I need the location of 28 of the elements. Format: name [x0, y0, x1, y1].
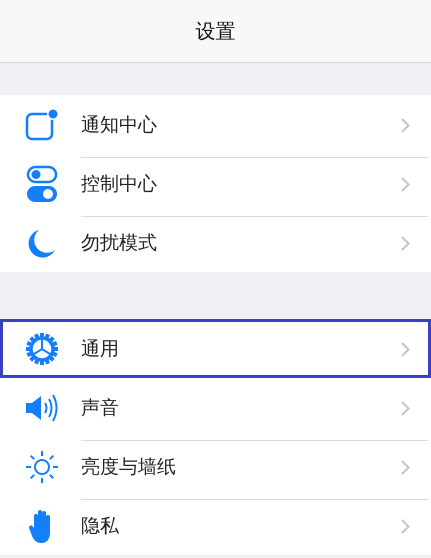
toggle-switches-icon [26, 164, 58, 202]
highlighted-settings-row[interactable]: 通用 [0, 319, 431, 378]
row-label: 亮度与墙纸 [81, 455, 177, 480]
row-label: 声音 [81, 396, 120, 421]
settings-row[interactable]: 勿扰模式 [0, 213, 431, 272]
row-label: 通知中心 [81, 113, 158, 138]
chevron-icon [401, 236, 410, 250]
page-title: 设置 [196, 18, 236, 44]
row-label: 隐私 [81, 514, 120, 539]
row-label: 控制中心 [81, 172, 158, 197]
row-label: 勿扰模式 [81, 231, 158, 256]
row-label: 通用 [81, 337, 120, 362]
settings-row[interactable]: 亮度与墙纸 [0, 437, 431, 496]
chevron-icon [401, 176, 410, 192]
settings-row[interactable]: 控制中心 [0, 154, 431, 213]
chevron-icon [401, 342, 410, 356]
chevron-icon [401, 460, 410, 474]
settings-row[interactable]: 声音 [0, 378, 431, 437]
speaker-icon [24, 392, 60, 422]
notification-icon [25, 108, 59, 142]
settings-row[interactable]: 隐私 [0, 496, 431, 555]
settings-row[interactable]: 通知中心 [0, 95, 431, 154]
gear-icon [26, 332, 58, 364]
moon-icon [27, 228, 57, 258]
chevron-icon [401, 518, 410, 534]
chevron-icon [401, 400, 410, 416]
chevron-icon [401, 118, 410, 132]
sun-icon [24, 448, 60, 484]
